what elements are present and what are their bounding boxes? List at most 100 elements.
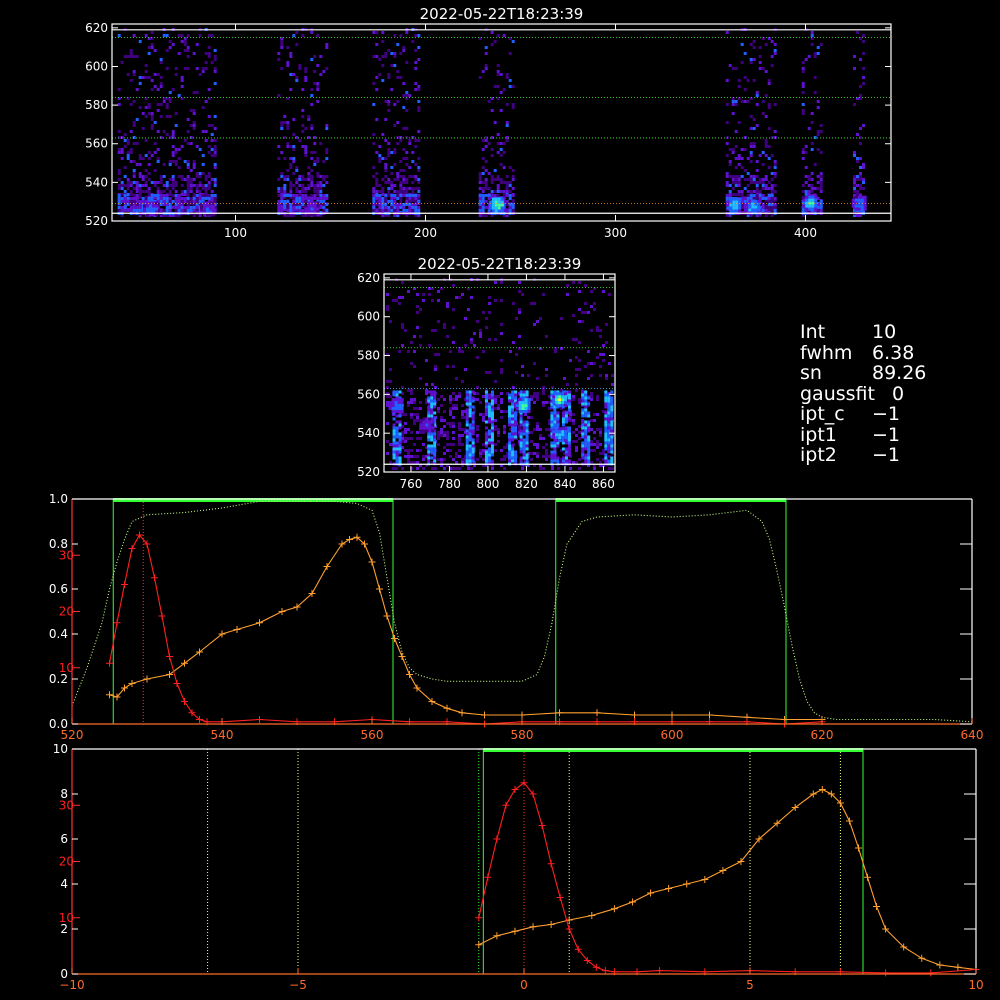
- heatmap-cell: [126, 154, 130, 157]
- heatmap-cell: [567, 402, 571, 406]
- heatmap-cell: [465, 390, 469, 394]
- heatmap-cell: [289, 184, 293, 187]
- param-row: Int 10: [800, 322, 926, 343]
- heatmap-cell: [758, 196, 762, 200]
- heatmap-hotspot: [494, 197, 498, 201]
- heatmap-hotspot: [200, 207, 203, 211]
- heatmap-cell: [378, 73, 382, 76]
- heatmap-cell: [468, 402, 472, 406]
- heatmap-cell: [398, 441, 402, 445]
- heatmap-hotspot: [152, 201, 155, 205]
- heatmap-cell: [381, 133, 385, 136]
- heatmap-cell: [490, 148, 494, 151]
- param-value: 89.26: [872, 362, 927, 384]
- heatmap-hotspot: [388, 407, 392, 411]
- heatmap-cell: [590, 440, 593, 443]
- heatmap-cell: [292, 133, 296, 136]
- heatmap-cell: [301, 88, 305, 91]
- heatmap-hotspot: [738, 197, 742, 201]
- heatmap-cell: [599, 428, 602, 431]
- heatmap-cell: [452, 407, 455, 410]
- x-tick-label: 640: [961, 728, 984, 742]
- heatmap-cell: [198, 172, 202, 175]
- heatmap-cell: [147, 76, 151, 79]
- heatmap-cell: [207, 145, 211, 148]
- heatmap-cell: [150, 79, 154, 82]
- heatmap-cell: [135, 142, 139, 145]
- heatmap-cell: [770, 136, 774, 139]
- heatmap-cell: [584, 438, 588, 442]
- heatmap-cell: [322, 196, 326, 200]
- heatmap-cell: [853, 178, 856, 181]
- heatmap-cell: [536, 443, 539, 446]
- heatmap-cell: [396, 100, 400, 103]
- heatmap-cell: [416, 431, 419, 434]
- heatmap-cell: [755, 94, 759, 97]
- heatmap-hotspot: [805, 204, 809, 208]
- heatmap-cell: [556, 420, 560, 424]
- heatmap-cell: [159, 199, 163, 203]
- heatmap-cell: [168, 196, 172, 200]
- heatmap-cell: [138, 199, 142, 203]
- heatmap-hotspot: [488, 203, 492, 207]
- heatmap-cell: [804, 181, 808, 184]
- heatmap-cell: [280, 127, 284, 130]
- heatmap-cell: [416, 293, 419, 296]
- heatmap-cell: [150, 127, 154, 130]
- heatmap-cell: [536, 377, 539, 380]
- heatmap-hotspot: [735, 209, 739, 213]
- heatmap-cell: [138, 154, 142, 157]
- heatmap-cell: [395, 459, 399, 463]
- heatmap-cell: [446, 335, 449, 338]
- heatmap-hotspot: [316, 204, 320, 208]
- heatmap-cell: [295, 199, 299, 203]
- heatmap-cell: [468, 453, 472, 457]
- heatmap-cell: [449, 455, 452, 458]
- heatmap-cell: [575, 461, 578, 464]
- heatmap-cell: [174, 193, 178, 197]
- heatmap-cell: [313, 70, 317, 73]
- heatmap-cell: [497, 434, 500, 437]
- heatmap-cell: [502, 190, 506, 193]
- heatmap-cell: [138, 208, 142, 212]
- heatmap-cell: [587, 414, 591, 418]
- heatmap-cell: [414, 175, 418, 178]
- heatmap-cell: [144, 196, 148, 200]
- heatmap-cell: [183, 49, 187, 52]
- heatmap-cell: [156, 160, 160, 163]
- heatmap-cell: [566, 284, 569, 287]
- heatmap-hotspot: [738, 209, 742, 213]
- heatmap-cell: [581, 453, 585, 457]
- heatmap-cell: [280, 187, 284, 190]
- heatmap-hotspot: [206, 204, 209, 208]
- heatmap-cell: [581, 402, 585, 406]
- heatmap-cell: [298, 67, 302, 70]
- heatmap-cell: [503, 467, 506, 470]
- heatmap-cell: [572, 422, 575, 425]
- heatmap-cell: [440, 395, 443, 398]
- heatmap-cell: [192, 193, 196, 197]
- heatmap-cell: [525, 420, 529, 424]
- heatmap-cell: [525, 429, 529, 433]
- heatmap-cell: [395, 435, 399, 439]
- heatmap-hotspot: [552, 430, 556, 434]
- heatmap-hotspot: [754, 205, 758, 209]
- heatmap-cell: [604, 441, 608, 445]
- heatmap-cell: [399, 34, 403, 37]
- heatmap-cell: [482, 416, 485, 419]
- heatmap-cell: [213, 139, 217, 142]
- heatmap-cell: [479, 401, 482, 404]
- y-tick-label: 6: [60, 832, 68, 846]
- heatmap-cell: [482, 413, 485, 416]
- heatmap-cell: [183, 40, 187, 43]
- heatmap-cell: [405, 151, 409, 154]
- heatmap-cell: [295, 196, 299, 200]
- heatmap-cell: [578, 308, 581, 311]
- heatmap-cell: [402, 46, 406, 49]
- heatmap-cell: [201, 130, 205, 133]
- heatmap-cell: [313, 190, 317, 193]
- heatmap-cell: [604, 447, 608, 451]
- heatmap-cell: [398, 302, 401, 305]
- heatmap-hotspot: [491, 203, 495, 207]
- heatmap-cell: [767, 106, 771, 109]
